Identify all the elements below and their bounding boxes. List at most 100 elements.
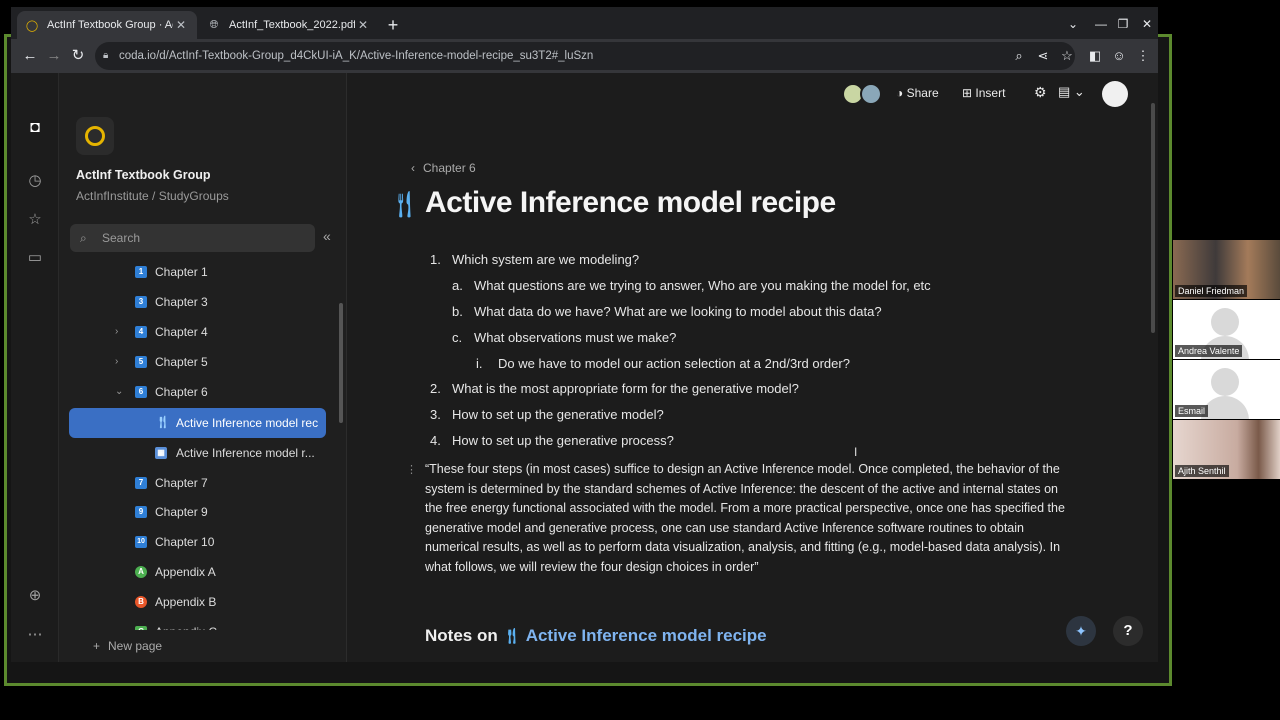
- chapter-number-icon: 5: [135, 356, 147, 368]
- sidebar-item-label: Appendix B: [155, 595, 217, 609]
- sidebar-item-label: Appendix C: [155, 618, 217, 630]
- url-text: coda.io/d/ActInf-Textbook-Group_d4CkUI-i…: [119, 50, 594, 62]
- drag-handle-icon[interactable]: ⋮: [406, 463, 417, 476]
- list-text: What data do we have? What are we lookin…: [474, 304, 882, 319]
- collaborator-avatar[interactable]: [860, 83, 882, 105]
- sidebar-item-label: Chapter 4: [155, 325, 208, 339]
- breadcrumb-label: Chapter 6: [423, 161, 476, 175]
- doc-logo[interactable]: [76, 117, 114, 155]
- starred-icon[interactable]: ☆: [25, 210, 45, 230]
- quote-paragraph[interactable]: “These four steps (in most cases) suffic…: [425, 460, 1065, 577]
- close-window-button[interactable]: ✕: [1137, 15, 1157, 33]
- more-dots-icon[interactable]: ⋯: [25, 625, 45, 645]
- reload-icon[interactable]: ↻: [68, 46, 88, 66]
- list-item[interactable]: 2. What is the most appropriate form for …: [430, 381, 799, 396]
- sidebar-item-chapter-9[interactable]: 9 Chapter 9: [69, 498, 326, 526]
- kebab-menu-icon[interactable]: ⋮: [1133, 46, 1153, 66]
- bookmark-star-icon[interactable]: ☆: [1057, 46, 1077, 66]
- ai-sparkle-button[interactable]: ✦: [1066, 616, 1096, 646]
- notes-heading[interactable]: Notes on 🍴︎ Active Inference model recip…: [425, 626, 767, 646]
- browser-toolbar: ← → ↻ 🔒︎ coda.io/d/ActInf-Textbook-Group…: [11, 39, 1158, 73]
- share-icon[interactable]: ⋖: [1033, 46, 1053, 66]
- list-item[interactable]: c. What observations must we make?: [452, 330, 676, 345]
- fork-knife-icon: 🍴︎: [155, 415, 171, 429]
- insert-button[interactable]: ⊞ Insert: [962, 86, 1005, 100]
- video-tile: Esmail: [1173, 360, 1280, 419]
- sidebar-item-active-inference-recipe[interactable]: 🍴︎ Active Inference model rec: [69, 408, 326, 438]
- main-scrollbar[interactable]: [1151, 103, 1155, 333]
- list-item[interactable]: a. What questions are we trying to answer…: [452, 278, 931, 293]
- tab-title: ActInf_Textbook_2022.pdf: [229, 19, 355, 31]
- participant-name: Ajith Senthil: [1175, 465, 1229, 477]
- help-button[interactable]: ?: [1113, 616, 1143, 646]
- sidebar-item-chapter-3[interactable]: 3 Chapter 3: [69, 288, 326, 316]
- sidebar-item-chapter-5[interactable]: › 5 Chapter 5: [69, 348, 326, 376]
- list-item[interactable]: 4. How to set up the generative process?: [430, 433, 674, 448]
- list-item[interactable]: b. What data do we have? What are we look…: [452, 304, 882, 319]
- share-globe-icon: ◑: [896, 86, 907, 100]
- table-icon: ▦: [155, 447, 167, 459]
- video-tile: Andrea Valente: [1173, 300, 1280, 359]
- folder-icon[interactable]: ▭: [25, 248, 45, 268]
- list-marker: 1.: [430, 252, 441, 267]
- zoom-icon[interactable]: ⌕: [1009, 46, 1029, 66]
- add-circle-icon[interactable]: ⊕: [25, 586, 45, 606]
- sidebar-item-label: Chapter 3: [155, 295, 208, 309]
- sidebar-item-chapter-6[interactable]: ⌄ 6 Chapter 6: [69, 378, 326, 406]
- user-avatar[interactable]: [1102, 81, 1128, 107]
- search-icon: ⌕: [80, 231, 87, 245]
- chapter-number-icon: 3: [135, 296, 147, 308]
- sidebar-item-appendix-c[interactable]: C Appendix C: [69, 618, 326, 630]
- sidebar-search-input[interactable]: ⌕ Search: [70, 224, 315, 252]
- browser-tab-pdf[interactable]: 🌐︎ ActInf_Textbook_2022.pdf ✕: [199, 11, 379, 39]
- comments-icon[interactable]: ▤ ⌄: [1058, 84, 1085, 100]
- chevron-right-icon[interactable]: ›: [115, 318, 118, 346]
- address-bar[interactable]: 🔒︎ coda.io/d/ActInf-Textbook-Group_d4CkU…: [95, 42, 1075, 70]
- plus-icon: +: [93, 639, 101, 653]
- coda-logo-icon[interactable]: ◘: [25, 118, 45, 138]
- sidebar-item-active-inference-table[interactable]: ▦ Active Inference model r...: [69, 439, 326, 467]
- collapse-sidebar-icon[interactable]: «: [323, 228, 331, 244]
- page-title[interactable]: Active Inference model recipe: [425, 186, 836, 220]
- sidebar-item-appendix-b[interactable]: B Appendix B: [69, 588, 326, 616]
- list-item[interactable]: 1. Which system are we modeling?: [430, 252, 639, 267]
- chevron-right-icon[interactable]: ›: [115, 348, 118, 376]
- sidebar-item-chapter-7[interactable]: 7 Chapter 7: [69, 469, 326, 497]
- sidebar-item-chapter-4[interactable]: › 4 Chapter 4: [69, 318, 326, 346]
- sidebar-item-appendix-a[interactable]: A Appendix A: [69, 558, 326, 586]
- chapter-number-icon: 4: [135, 326, 147, 338]
- maximize-button[interactable]: ❐: [1113, 15, 1133, 33]
- breadcrumb[interactable]: ‹ Chapter 6: [411, 161, 476, 175]
- forward-arrow-icon[interactable]: →: [44, 46, 64, 66]
- sidebar-item-chapter-1[interactable]: 1 Chapter 1: [69, 258, 326, 286]
- list-item[interactable]: 3. How to set up the generative model?: [430, 407, 664, 422]
- browser-tab-coda[interactable]: ◯ ActInf Textbook Group · ActI ✕: [17, 11, 197, 39]
- new-tab-button[interactable]: +: [383, 15, 403, 35]
- sidepanel-icon[interactable]: ◧: [1085, 46, 1105, 66]
- sidebar-item-label: Chapter 1: [155, 265, 208, 279]
- page-toolbar: ◑ Share ⊞ Insert ⚙ ▤ ⌄: [838, 73, 1158, 115]
- close-tab-icon[interactable]: ✕: [355, 18, 371, 32]
- fork-knife-icon[interactable]: 🍴︎: [388, 189, 421, 220]
- minimize-button[interactable]: —: [1091, 15, 1111, 33]
- notes-link[interactable]: Active Inference model recipe: [526, 626, 767, 645]
- list-item[interactable]: i. Do we have to model our action selecti…: [476, 356, 850, 371]
- settings-gear-icon[interactable]: ⚙: [1034, 84, 1047, 101]
- share-button[interactable]: ◑ Share: [896, 86, 939, 100]
- recent-clock-icon[interactable]: ◷: [25, 171, 45, 191]
- new-page-button[interactable]: + New page: [93, 639, 162, 653]
- profile-avatar-icon[interactable]: ☺: [1109, 46, 1129, 66]
- sidebar-scrollbar[interactable]: [339, 303, 343, 423]
- sidebar-item-label: Appendix A: [155, 565, 216, 579]
- tab-search-chevron-icon[interactable]: ⌄: [1063, 15, 1083, 33]
- doc-path[interactable]: ActInfInstitute / StudyGroups: [76, 189, 229, 203]
- coda-favicon-icon: ◯: [25, 19, 39, 32]
- sidebar-item-chapter-10[interactable]: 10 Chapter 10: [69, 528, 326, 556]
- chevron-down-icon[interactable]: ⌄: [115, 378, 123, 406]
- doc-title[interactable]: ActInf Textbook Group: [76, 168, 211, 182]
- back-arrow-icon[interactable]: ←: [20, 46, 40, 66]
- appendix-b-icon: B: [135, 596, 147, 608]
- list-text: Which system are we modeling?: [452, 252, 640, 267]
- lock-icon: 🔒︎: [103, 50, 109, 61]
- close-tab-icon[interactable]: ✕: [173, 18, 189, 32]
